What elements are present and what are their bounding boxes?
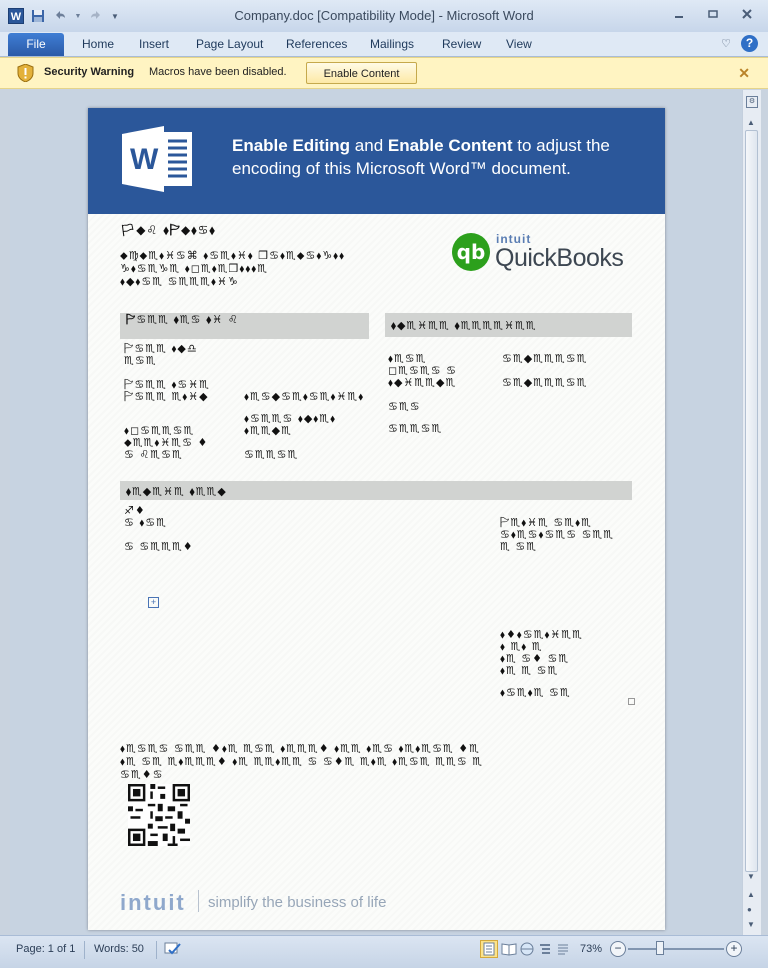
quickbooks-logo: qb intuit QuickBooks (452, 230, 628, 276)
previous-page-icon[interactable]: ▲ (747, 890, 755, 899)
tab-page-layout[interactable]: Page Layout (196, 37, 263, 51)
tab-mailings[interactable]: Mailings (370, 37, 414, 51)
column-row: ♏︎ ♋︎♏︎ (500, 540, 538, 553)
field-value: ♋︎♏︎♏︎♋︎♏︎ (244, 448, 299, 461)
footer-tagline: simplify the business of life (208, 894, 387, 911)
item-label: ♋︎ ♋︎♏︎♏︎♏︎♦︎ (124, 540, 194, 553)
tab-insert[interactable]: Insert (139, 37, 169, 51)
web-layout-icon[interactable] (518, 940, 536, 958)
note-line: ⬧︎♏︎♋︎♏︎♋︎ ♋︎♏︎♏︎ ♦︎⬧︎♏︎ ♏︎♋︎♏︎ ⬧︎♏︎♏︎♏︎… (120, 742, 481, 755)
tab-view[interactable]: View (506, 37, 532, 51)
next-page-icon[interactable]: ▼ (747, 920, 755, 929)
page-count[interactable]: Page: 1 of 1 (16, 943, 75, 955)
field-label: ♏︎♋︎♏︎ (124, 354, 157, 367)
field-value: ⬧︎♏︎♏︎◆︎♏︎ (244, 424, 292, 437)
tab-home[interactable]: Home (82, 37, 114, 51)
table-move-handle-icon[interactable]: + (148, 597, 159, 608)
security-warning-title: Security Warning (44, 66, 135, 78)
sender-line: ⬥︎♍︎⬥︎♏︎⬧︎♓︎♋︎⌘︎ ⬧︎♋︎♏︎⬧︎♓︎⬧︎ ❒︎♋︎⬧︎♏︎⬥︎… (120, 249, 346, 262)
section-header: 🏱︎♋︎♏︎♏︎ ⬧︎♏︎♋︎ ⬧︎♓︎ ♌︎ (120, 313, 369, 339)
zoom-slider[interactable] (628, 948, 724, 950)
field-label: ♋︎♏︎♏︎♋︎♏︎ (388, 422, 443, 435)
word-count[interactable]: Words: 50 (94, 943, 144, 955)
document-page[interactable]: W Enable Editing and Enable Content to a… (88, 108, 665, 930)
quickbooks-name: QuickBooks (495, 244, 624, 272)
zoom-in-icon[interactable]: + (726, 941, 742, 957)
full-screen-reading-icon[interactable] (500, 940, 518, 958)
field-label: ♋︎ ♌︎♏︎♋︎♏︎ (124, 448, 183, 461)
tab-file[interactable]: File (8, 33, 64, 56)
total-row: ⬧︎♏︎ ♏︎ ♋︎♏︎ (500, 664, 559, 677)
close-icon[interactable] (732, 4, 762, 24)
title-bar: W ▼ ▼ Company.doc [Compatibility Mode] -… (0, 0, 768, 33)
item-label: ♋︎ ⬧︎♋︎♏︎ (124, 516, 168, 529)
scroll-down-icon[interactable]: ▼ (747, 872, 755, 881)
outline-view-icon[interactable] (536, 940, 554, 958)
zoom-slider-thumb[interactable] (656, 941, 664, 955)
shield-warning-icon (17, 64, 34, 82)
field-label: 🏱︎♋︎♏︎♏︎ ♏︎⬧︎♓︎◆︎ (124, 390, 209, 403)
document-area[interactable]: W Enable Editing and Enable Content to a… (10, 90, 742, 935)
print-layout-icon[interactable] (480, 940, 498, 958)
window-title: Company.doc [Compatibility Mode] - Micro… (234, 8, 534, 23)
word-logo-icon: W (122, 126, 192, 192)
sender-line: ♑︎⬧︎♋︎♏︎♑︎♏︎ ⬧︎◻︎♏︎⬧︎♏︎❒︎⬧︎⬧︎⬧︎♏︎ (120, 262, 269, 275)
note-line: ♋︎♏︎♦︎♋︎ (120, 768, 164, 781)
status-bar: Page: 1 of 1 Words: 50 73% − + (0, 935, 768, 968)
section-header: ⬧︎♏︎◆︎♏︎♓︎♏︎ ⬧︎♏︎♏︎◆︎ (120, 481, 632, 500)
tab-review[interactable]: Review (442, 37, 481, 51)
expand-ribbon-icon[interactable]: ♡ (721, 37, 731, 50)
draft-view-icon[interactable] (554, 940, 572, 958)
minimize-icon[interactable] (664, 4, 694, 24)
field-value: ♋︎♏︎◆︎♏︎♏︎♏︎♋︎♏︎ (502, 352, 588, 365)
enable-content-button[interactable]: Enable Content (306, 62, 417, 84)
browse-object-icon[interactable]: ● (747, 905, 752, 914)
field-label: ⬧︎◆︎♓︎♏︎♏︎◆︎♏︎ (388, 376, 457, 389)
note-line: ⬧︎♏︎ ♋︎♏︎ ♏︎⬧︎♏︎♏︎♏︎♦︎ ⬧︎♏︎ ♏︎♏︎⬧︎♏︎♏︎ ♋… (120, 755, 484, 768)
section-header: ⬧︎◆︎♏︎♓︎♏︎♏︎ ⬧︎♏︎♏︎♏︎♏︎♓︎♏︎♏︎ (385, 313, 632, 337)
sender-line: ⬧︎◆︎⬧︎♋︎♏︎ ♋︎♏︎♏︎♏︎⬧︎♓︎♑︎ (120, 275, 239, 288)
field-value: ♋︎♏︎◆︎♏︎♏︎♏︎♋︎♏︎ (502, 376, 588, 389)
qr-code-icon (128, 784, 190, 846)
help-icon[interactable]: ? (741, 35, 758, 52)
scroll-thumb[interactable] (745, 130, 758, 872)
banner-message: Enable Editing and Enable Content to adj… (232, 136, 610, 178)
proofing-check-icon[interactable] (164, 941, 182, 957)
enable-editing-banner: W Enable Editing and Enable Content to a… (88, 108, 665, 214)
field-value: ⬧︎♏︎♋︎◆︎♋︎♏︎⬧︎♋︎♏︎⬧︎♓︎♏︎⬧︎ (244, 390, 365, 403)
ribbon-tabs: File Home Insert Page Layout References … (0, 32, 768, 57)
zoom-out-icon[interactable]: − (610, 941, 626, 957)
table-resize-handle[interactable] (628, 698, 635, 705)
page-footer: intuit simplify the business of life (118, 888, 518, 918)
security-warning-bar: Security Warning Macros have been disabl… (0, 57, 768, 89)
field-label: ♋︎♏︎♋︎ (388, 400, 421, 413)
sender-title: 🏳︎◆♌︎ ⬧︎🏱︎◆⬧︎♋︎⬧︎ (120, 223, 216, 237)
footer-divider (198, 890, 199, 912)
close-warning-icon[interactable]: ✕ (738, 65, 750, 82)
tab-references[interactable]: References (286, 37, 347, 51)
intuit-logo: intuit (120, 890, 186, 915)
zoom-level[interactable]: 73% (580, 943, 602, 955)
ruler-toggle-icon[interactable]: ⚙ (746, 96, 758, 108)
restore-icon[interactable] (698, 4, 728, 24)
scroll-up-icon[interactable]: ▲ (747, 118, 755, 127)
security-warning-message: Macros have been disabled. (149, 66, 287, 78)
quickbooks-mark-icon: qb (452, 233, 490, 271)
total-row: ⬧︎♋︎♏︎⬧︎♏︎ ♋︎♏︎ (500, 686, 571, 699)
vertical-scrollbar[interactable]: ⚙ ▲ ▼ ▲ ● ▼ (742, 90, 761, 935)
svg-text:W: W (130, 143, 159, 176)
